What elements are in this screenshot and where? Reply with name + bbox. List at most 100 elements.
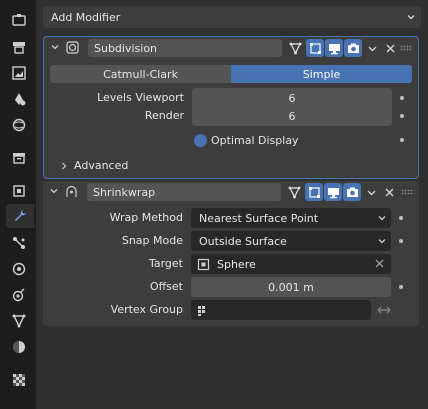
- scene-tab[interactable]: [11, 117, 27, 133]
- world-tab[interactable]: [11, 150, 27, 166]
- remove-modifier-button[interactable]: [381, 39, 399, 57]
- object-data-icon: [12, 314, 26, 328]
- simple-option[interactable]: Simple: [231, 65, 412, 83]
- close-icon: [384, 187, 394, 197]
- keyframe-dot-icon[interactable]: [399, 285, 403, 289]
- wrap-method-value: Nearest Surface Point: [199, 211, 319, 225]
- modifier-name-text: Shrinkwrap: [93, 185, 156, 199]
- chevron-down-icon: [378, 216, 386, 221]
- output-icon: [12, 66, 26, 80]
- tool-icon: [12, 14, 26, 26]
- edit-mode-icon: [309, 42, 321, 54]
- tool-tab[interactable]: [11, 12, 27, 28]
- subdivision-modifier-panel: Subdivision Catmull-Clark Simple Levels …: [43, 36, 419, 179]
- object-tab[interactable]: [11, 183, 27, 199]
- drag-grip-icon[interactable]: [400, 45, 412, 51]
- keyframe-dot-icon[interactable]: [400, 96, 404, 100]
- output-tab[interactable]: [11, 65, 27, 81]
- drag-grip-icon[interactable]: [401, 189, 413, 195]
- monitor-icon: [328, 43, 340, 54]
- keyframe-dot-icon[interactable]: [399, 216, 403, 220]
- view-layer-icon: [15, 93, 26, 106]
- snap-mode-dropdown[interactable]: Outside Surface: [191, 231, 391, 251]
- modifier-name-field[interactable]: Subdivision: [88, 39, 282, 57]
- material-tab[interactable]: [11, 339, 27, 355]
- texture-tab[interactable]: [11, 372, 27, 388]
- render-toggle[interactable]: [343, 183, 361, 201]
- advanced-subpanel-header[interactable]: Advanced: [60, 159, 128, 172]
- extra-options-dropdown[interactable]: [363, 39, 381, 57]
- object-data-tab[interactable]: [11, 313, 27, 329]
- properties-tab-bar: [0, 0, 36, 409]
- subdivision-header: Subdivision: [44, 37, 418, 59]
- catmull-clark-option[interactable]: Catmull-Clark: [50, 65, 231, 83]
- advanced-label: Advanced: [74, 159, 129, 172]
- physics-tab[interactable]: [11, 261, 27, 277]
- keyframe-dot-icon[interactable]: [400, 138, 404, 142]
- keyframe-dot-icon[interactable]: [399, 239, 403, 243]
- constraints-tab[interactable]: [11, 287, 27, 303]
- edit-cage-toggle[interactable]: [285, 183, 303, 201]
- snap-mode-value: Outside Surface: [199, 234, 287, 248]
- remove-modifier-button[interactable]: [380, 183, 398, 201]
- modifier-name-field[interactable]: Shrinkwrap: [87, 183, 281, 201]
- modifier-name-text: Subdivision: [94, 41, 158, 55]
- levels-viewport-label: Levels Viewport: [97, 91, 184, 104]
- vertex-triangle-icon: [288, 186, 300, 198]
- modifier-tab[interactable]: [6, 204, 34, 228]
- shrinkwrap-header: Shrinkwrap: [43, 181, 419, 203]
- optimal-display-checkbox[interactable]: Optimal Display: [194, 131, 299, 149]
- target-value: Sphere: [217, 257, 256, 271]
- add-modifier-label: Add Modifier: [51, 10, 121, 24]
- edit-mode-toggle[interactable]: [306, 39, 324, 57]
- wrap-method-dropdown[interactable]: Nearest Surface Point: [191, 208, 391, 228]
- chevron-down-icon: [407, 15, 415, 20]
- edit-cage-toggle[interactable]: [286, 39, 304, 57]
- chevron-down-icon: [368, 46, 376, 51]
- invert-arrows-icon[interactable]: [377, 305, 391, 315]
- extra-options-dropdown[interactable]: [362, 183, 380, 201]
- collapse-chevron-icon[interactable]: [49, 186, 59, 196]
- monitor-icon: [327, 187, 339, 198]
- shrinkwrap-modifier-panel: Shrinkwrap Wrap Method Nearest Surface P…: [43, 181, 419, 326]
- collapse-chevron-icon[interactable]: [50, 42, 60, 52]
- object-icon: [13, 185, 25, 197]
- edit-mode-icon: [308, 186, 320, 198]
- render-levels-label: Render: [144, 109, 184, 122]
- shrinkwrap-modifier-icon: [66, 185, 77, 197]
- offset-label: Offset: [149, 280, 183, 293]
- render-toggle[interactable]: [344, 39, 362, 57]
- levels-viewport-field[interactable]: 6: [192, 88, 392, 108]
- close-icon: [385, 43, 395, 53]
- render-icon: [13, 42, 25, 54]
- offset-field[interactable]: 0.001 m: [191, 277, 391, 297]
- render-levels-field[interactable]: 6: [192, 106, 392, 126]
- optimal-display-label: Optimal Display: [211, 133, 299, 147]
- particles-tab[interactable]: [11, 235, 27, 251]
- target-label: Target: [148, 257, 183, 270]
- camera-icon: [347, 43, 359, 53]
- vertex-group-label: Vertex Group: [110, 303, 183, 316]
- checkbox-checked-icon: [194, 133, 207, 147]
- render-tab[interactable]: [11, 39, 27, 55]
- add-modifier-dropdown[interactable]: Add Modifier: [43, 6, 421, 28]
- object-icon: [197, 258, 210, 270]
- chevron-right-icon: [62, 162, 67, 169]
- camera-icon: [346, 187, 358, 197]
- vertex-group-field[interactable]: [191, 300, 371, 320]
- vertex-group-icon: [198, 305, 205, 316]
- edit-mode-toggle[interactable]: [305, 183, 323, 201]
- viewport-display-toggle[interactable]: [324, 183, 342, 201]
- keyframe-dot-icon[interactable]: [400, 114, 404, 118]
- vertex-triangle-icon: [289, 42, 301, 54]
- target-object-field[interactable]: Sphere: [191, 254, 391, 274]
- wrap-method-label: Wrap Method: [109, 211, 183, 224]
- physics-icon: [12, 262, 26, 276]
- constraints-icon: [12, 288, 25, 302]
- view-layer-tab[interactable]: [11, 91, 27, 107]
- viewport-display-toggle[interactable]: [325, 39, 343, 57]
- material-icon: [13, 341, 25, 353]
- clear-x-icon[interactable]: [374, 258, 385, 269]
- world-icon: [13, 153, 25, 164]
- subdivision-modifier-icon: [66, 41, 79, 54]
